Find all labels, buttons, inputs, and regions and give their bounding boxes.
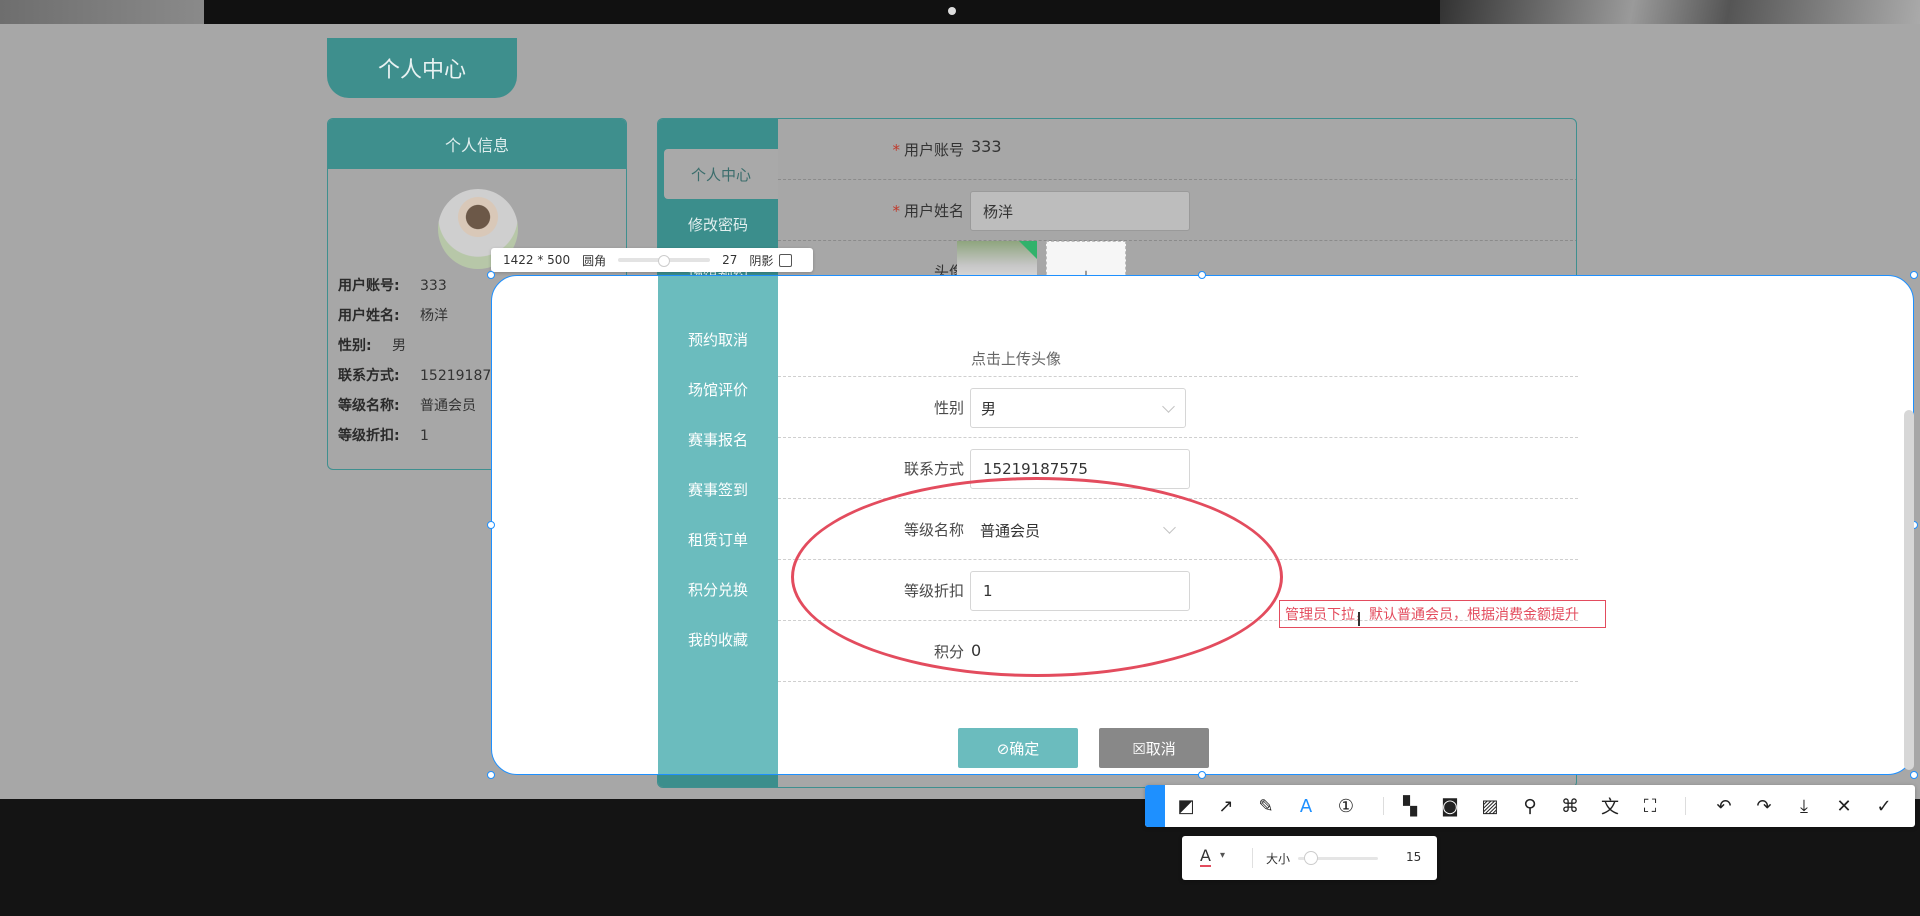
info-row-discount: 等级折扣: 1 — [338, 428, 429, 444]
side-nav-highlighted: 预约取消 场馆评价 赛事报名 赛事签到 租赁订单 积分兑换 我的收藏 — [658, 276, 778, 774]
nav-item-rental-orders[interactable]: 租赁订单 — [658, 514, 778, 564]
nav-item-event-checkin[interactable]: 赛事签到 — [658, 464, 778, 514]
form-row-upload-hint: 点击上传头像 — [778, 316, 1578, 377]
pen-icon[interactable]: ✎ — [1253, 793, 1279, 819]
undo-icon[interactable]: ↶ — [1711, 793, 1737, 819]
shadow-checkbox[interactable] — [779, 253, 793, 267]
annotation-toolbar: ◩ ↗ ✎ A ① ▚ ◙ ▨ ⚲ ⌘ 文 ⛶ ↶ ↷ ⤓ ✕ ✓ — [1145, 785, 1915, 827]
radius-slider[interactable] — [618, 255, 711, 267]
radius-value: 27 — [722, 253, 738, 267]
name-label: * 用户姓名 — [892, 201, 964, 221]
resize-handle-bl[interactable] — [487, 771, 495, 779]
gender-label: 性别 — [933, 399, 964, 417]
scrollbar[interactable] — [1904, 410, 1914, 770]
nav-item-points-exchange[interactable]: 积分兑换 — [658, 564, 778, 614]
resize-handle-tl[interactable] — [487, 271, 495, 279]
top-banner — [0, 0, 1920, 24]
toolbar-divider — [1383, 797, 1384, 815]
shape-icon[interactable]: ◩ — [1173, 793, 1199, 819]
nav-item-change-password[interactable]: 修改密码 — [658, 199, 778, 249]
capture-size-bar: 1422 * 500 圆角 27 阴影 — [491, 248, 813, 272]
resize-handle-br[interactable] — [1910, 771, 1918, 779]
confirm-button[interactable]: ⊘确定 — [958, 728, 1078, 768]
upload-hint[interactable]: 点击上传头像 — [971, 348, 1061, 369]
font-color-icon[interactable]: A — [1200, 847, 1211, 867]
banner-image-right — [1440, 0, 1920, 24]
capture-size: 1422 * 500 — [503, 253, 571, 267]
redo-icon[interactable]: ↷ — [1751, 793, 1777, 819]
number-marker-icon[interactable]: ① — [1333, 793, 1359, 819]
chevron-down-icon[interactable]: ▾ — [1220, 850, 1225, 861]
pin-icon[interactable]: ⚲ — [1517, 793, 1543, 819]
ocr-icon[interactable]: ⌘ — [1557, 793, 1583, 819]
nav-item-cancel-booking[interactable]: 预约取消 — [658, 314, 778, 364]
toolbar-divider — [1685, 797, 1686, 815]
bell-icon[interactable] — [1145, 785, 1165, 827]
name-input[interactable]: 杨洋 — [970, 191, 1190, 231]
size-value: 15 — [1406, 850, 1422, 864]
form-row-account: * 用户账号 333 — [778, 119, 1576, 180]
close-icon[interactable]: ✕ — [1831, 793, 1857, 819]
nav-item-profile[interactable]: 个人中心 — [664, 149, 778, 199]
info-row-level: 等级名称: 普通会员 — [338, 398, 476, 414]
account-label: * 用户账号 — [892, 140, 964, 160]
text-options-bar: A ▾ 大小 15 — [1182, 836, 1437, 880]
info-row-gender: 性别: 男 — [338, 338, 406, 354]
banner-image-left — [0, 0, 204, 24]
info-row-name: 用户姓名: 杨洋 — [338, 308, 448, 324]
size-slider-knob[interactable] — [1304, 851, 1318, 865]
hatch-icon[interactable]: ▨ — [1477, 793, 1503, 819]
nav-item-favorites[interactable]: 我的收藏 — [658, 614, 778, 664]
account-value: 333 — [971, 137, 1002, 156]
download-icon[interactable]: ⤓ — [1791, 793, 1817, 819]
resize-handle-tr[interactable] — [1910, 271, 1918, 279]
gender-select[interactable]: 男 — [970, 388, 1186, 428]
translate-icon[interactable]: 文 — [1597, 793, 1623, 819]
arrow-icon[interactable]: ↗ — [1213, 793, 1239, 819]
subbar-divider — [1252, 848, 1253, 868]
form-row-gender: 性别 男 — [778, 377, 1578, 438]
text-recognize-icon[interactable]: ⛶ — [1637, 793, 1663, 819]
chevron-down-icon — [1162, 400, 1175, 413]
nav-item-event-signup[interactable]: 赛事报名 — [658, 414, 778, 464]
info-card-title: 个人信息 — [328, 119, 626, 169]
size-label: 大小 — [1266, 852, 1291, 866]
blur-icon[interactable]: ◙ — [1437, 793, 1463, 819]
text-cursor — [1358, 612, 1360, 626]
nav-item-venue-review[interactable]: 场馆评价 — [658, 364, 778, 414]
annotation-text[interactable]: 管理员下拉，默认普通会员，根据消费金额提升 — [1279, 600, 1606, 628]
form-row-phone: 联系方式 15219187575 — [778, 438, 1578, 499]
page-title: 个人中心 — [327, 38, 517, 98]
carousel-dot[interactable] — [948, 7, 956, 15]
radius-label: 圆角 — [582, 253, 607, 268]
info-row-account: 用户账号: 333 — [338, 278, 447, 294]
mosaic-icon[interactable]: ▚ — [1397, 793, 1423, 819]
shadow-label: 阴影 — [749, 253, 774, 268]
resize-handle-l[interactable] — [487, 521, 495, 529]
resize-handle-b[interactable] — [1198, 771, 1206, 779]
form-row-name: * 用户姓名 杨洋 — [778, 180, 1576, 241]
resize-handle-t[interactable] — [1198, 271, 1206, 279]
text-tool-icon[interactable]: A — [1293, 793, 1319, 819]
confirm-check-icon[interactable]: ✓ — [1871, 793, 1897, 819]
ellipse-annotation[interactable] — [791, 477, 1283, 677]
cancel-button[interactable]: ☒取消 — [1099, 728, 1209, 768]
